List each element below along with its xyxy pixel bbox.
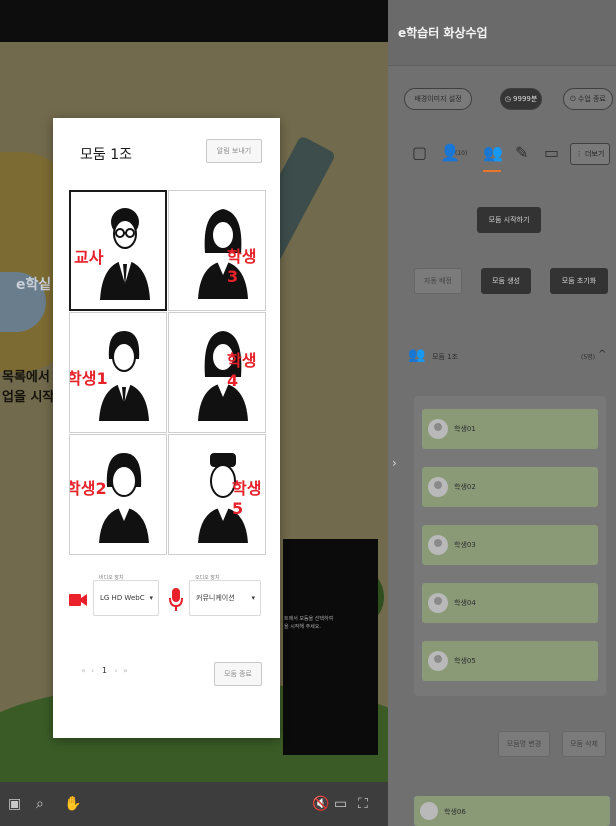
member-name: 학생06 — [444, 808, 466, 816]
delete-group-button[interactable]: 모둠 삭제 — [562, 731, 606, 757]
more-label: 더보기 — [584, 150, 605, 158]
stage-side-text-1: 목록에서 — [2, 370, 50, 385]
group-header[interactable]: 👥 모둠 1조 (5명) ^ — [408, 343, 610, 371]
mute-speaker-icon[interactable]: 🔇 — [312, 796, 329, 812]
dropdown-arrow-icon: ▾ — [251, 594, 255, 602]
active-tab-indicator — [483, 170, 501, 172]
video-grid: 교사 학생3 학생1 학생4 학생2 학생5 — [69, 190, 266, 555]
panel-header: e학습터 화상수업 — [388, 0, 616, 66]
more-button[interactable]: ⋮ 더보기 — [570, 143, 610, 165]
chevron-right-icon[interactable]: › — [392, 456, 397, 470]
participant-label: 학생3 — [227, 247, 257, 286]
group-tool-icon[interactable]: 👥 — [483, 144, 503, 162]
video-tile[interactable]: 학생4 — [168, 312, 266, 433]
screen-share-icon[interactable]: ▣ — [8, 796, 21, 812]
pagination: « ‹ 1 › » — [81, 666, 128, 675]
video-tile[interactable]: 학생1 — [69, 312, 167, 433]
stage-side-text-2: 업을 시작 — [2, 390, 55, 405]
control-bar — [0, 782, 388, 826]
create-group-button[interactable]: 모둠 생성 — [481, 268, 531, 294]
current-page[interactable]: 1 — [102, 666, 107, 675]
audio-device-selector: 오디오 장치 커뮤니케이션 ▾ — [169, 574, 265, 622]
reset-group-button[interactable]: 모둠 초기화 — [550, 268, 608, 294]
video-tile[interactable]: 교사 — [69, 190, 167, 311]
group-name: 모둠 1조 — [432, 353, 458, 361]
member-name: 학생02 — [454, 483, 476, 491]
whiteboard-tool-icon[interactable]: ▭ — [544, 144, 559, 162]
participant-label: 학생4 — [227, 351, 257, 390]
fullscreen-icon[interactable]: ⛶ — [358, 796, 368, 812]
list-item[interactable]: 학생05 — [422, 641, 598, 681]
member-name: 학생05 — [454, 657, 476, 665]
video-tile[interactable]: 학생3 — [168, 190, 266, 311]
list-item[interactable]: 학생03 — [422, 525, 598, 565]
last-page-icon[interactable]: » — [123, 666, 128, 675]
list-item[interactable]: 학생04 — [422, 583, 598, 623]
first-page-icon[interactable]: « — [81, 666, 86, 675]
more-icon: ⋮ — [575, 150, 585, 158]
next-page-icon[interactable]: › — [115, 666, 118, 675]
participant-label: 학생2 — [69, 479, 107, 498]
group-icon: 👥 — [408, 347, 426, 363]
video-tile[interactable]: 학생2 — [69, 434, 167, 555]
timer-label: 9999분 — [513, 95, 538, 103]
slide-text-2: 을 시작해 주세요. — [284, 624, 321, 630]
teacher-avatar-icon — [100, 208, 150, 300]
chat-icon[interactable]: ⌕ — [36, 796, 44, 812]
member-name: 학생01 — [454, 425, 476, 433]
dropdown-arrow-icon: ▾ — [149, 594, 153, 602]
avatar — [428, 651, 448, 671]
member-name: 학생03 — [454, 541, 476, 549]
end-class-button[interactable]: ⏻ 수업 종료 — [563, 88, 613, 110]
elearning-logo: e학싵 — [16, 277, 52, 293]
rename-group-button[interactable]: 모둠명 변경 — [498, 731, 550, 757]
layout-icon[interactable]: ▭ — [334, 796, 347, 812]
audio-device-value: 커뮤니케이션 — [196, 594, 235, 602]
list-item[interactable]: 학생02 — [422, 467, 598, 507]
group-video-modal: 모둠 1조 알림 보내기 교사 학생3 학생1 학생4 학생2 학생5 비디오 … — [53, 118, 280, 738]
participant-count: (10) — [455, 150, 468, 157]
power-icon: ⏻ — [570, 94, 578, 103]
end-group-button[interactable]: 모둠 종료 — [214, 662, 262, 686]
timer-badge: ◷ 9999분 — [500, 88, 542, 110]
start-group-button[interactable]: 모둠 시작하기 — [477, 207, 541, 233]
avatar — [428, 419, 448, 439]
video-device-select[interactable]: LG HD WebC ▾ — [93, 580, 159, 616]
clock-icon: ◷ — [504, 95, 514, 103]
avatar — [428, 477, 448, 497]
participant-label: 학생5 — [232, 479, 262, 518]
microphone-icon — [169, 588, 183, 611]
avatar — [428, 535, 448, 555]
auto-assign-button[interactable]: 자동 배정 — [414, 268, 462, 294]
avatar — [428, 593, 448, 613]
participant-label: 학생1 — [69, 369, 108, 388]
hand-raise-icon[interactable]: ✋ — [64, 796, 81, 812]
group-count: (5명) — [581, 354, 596, 361]
member-name: 학생04 — [454, 599, 476, 607]
prev-page-icon[interactable]: ‹ — [91, 666, 94, 675]
video-tile[interactable]: 학생5 — [168, 434, 266, 555]
audio-device-select[interactable]: 커뮤니케이션 ▾ — [189, 580, 261, 616]
send-notice-button[interactable]: 알림 보내기 — [206, 139, 262, 163]
shared-slide — [283, 539, 378, 755]
list-item[interactable]: 학생01 — [422, 409, 598, 449]
modal-title: 모둠 1조 — [80, 147, 132, 163]
end-class-label: 수업 종료 — [577, 95, 606, 103]
screen-share-tool-icon[interactable]: ▢ — [412, 144, 427, 162]
video-device-selector: 비디오 장치 LG HD WebC ▾ — [69, 574, 161, 622]
video-device-value: LG HD WebC — [100, 594, 145, 602]
notes-tool-icon[interactable]: ✎ — [515, 144, 528, 162]
chevron-up-icon[interactable]: ^ — [598, 349, 606, 360]
background-image-button[interactable]: 배경이미지 설정 — [404, 88, 472, 110]
list-item[interactable]: 학생06 — [414, 796, 610, 826]
slide-text-1: 트에서 모둠을 선택하여 — [284, 616, 334, 622]
panel-title: e학습터 화상수업 — [398, 26, 488, 40]
avatar — [420, 802, 438, 820]
stage-topbar — [0, 0, 388, 42]
camera-icon — [69, 594, 87, 606]
participant-label: 교사 — [74, 248, 104, 267]
